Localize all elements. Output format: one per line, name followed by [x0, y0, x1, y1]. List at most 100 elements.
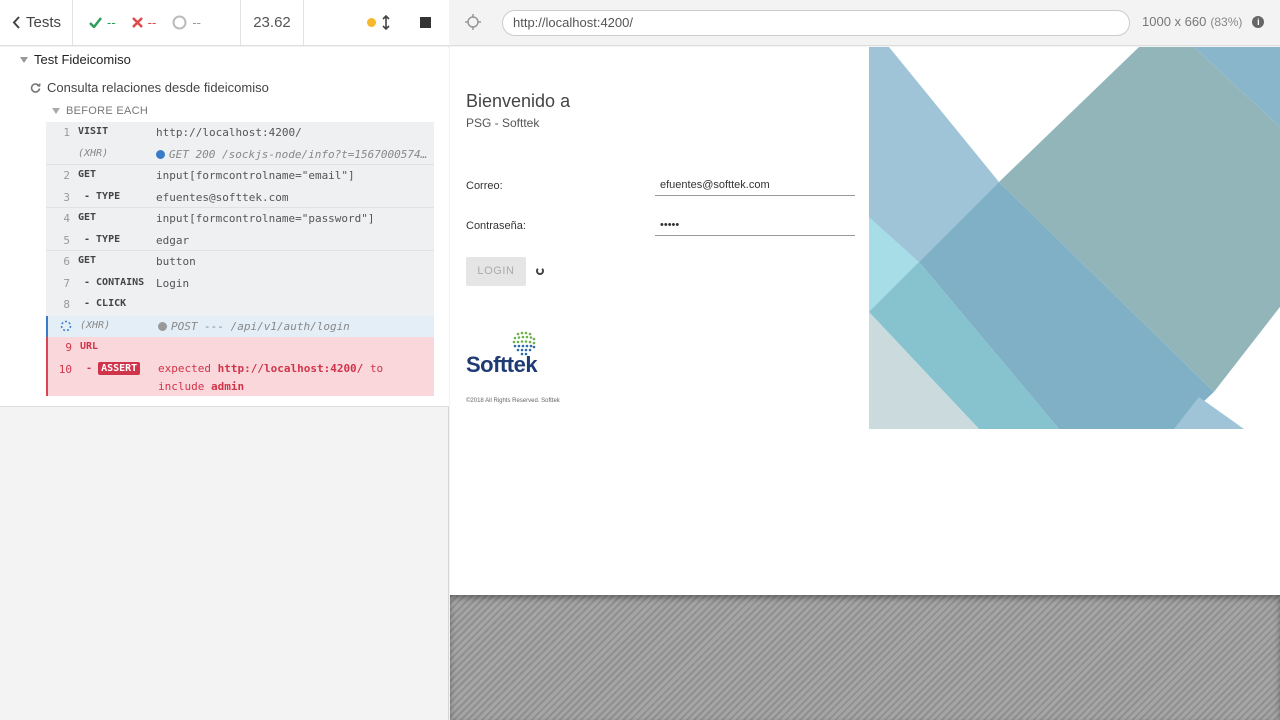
assert-prefix: - [86, 362, 93, 374]
pending-stat: -- [172, 15, 201, 30]
logo-text: Softtek [466, 352, 538, 377]
email-label: Correo: [466, 180, 503, 192]
aut-iframe: Bienvenido a PSG - Softtek Correo: efuen… [450, 47, 1280, 595]
x-icon [131, 17, 143, 28]
tests-back-button[interactable]: Tests [0, 0, 73, 45]
command-row[interactable]: 4 GET input[formcontrolname="password"] [46, 208, 434, 230]
check-icon [89, 17, 102, 28]
command-name: GET [78, 169, 97, 180]
command-number: 4 [63, 212, 70, 225]
command-number [48, 320, 72, 335]
reporter-header: Tests -- -- -- 23.62 [0, 0, 449, 46]
command-number: 9 [65, 341, 72, 354]
resize-vertical-icon [382, 15, 390, 30]
xhr-status-dot-icon [156, 149, 165, 159]
loading-spinner-icon [536, 267, 544, 275]
copyright: ©2018 All Rights Reserved. Softtek [466, 398, 560, 404]
command-row[interactable]: 2 GET input[formcontrolname="email"] [46, 165, 434, 187]
hook-header[interactable]: BEFORE EACH [52, 105, 148, 117]
aut-background [450, 595, 1280, 720]
command-message: efuentes@softtek.com [156, 190, 289, 204]
command-row[interactable]: 3 - TYPE efuentes@softtek.com [46, 186, 434, 208]
reporter-panel: Tests -- -- -- 23.62 Test Fideicomiso Co… [0, 0, 449, 720]
running-dot-icon [367, 18, 376, 27]
command-name: - CLICK [84, 298, 127, 309]
aut-header: http://localhost:4200/ 1000 x 660 (83%) … [450, 0, 1280, 46]
command-name: VISIT [78, 126, 109, 137]
runnables: Test Fideicomiso Consulta relaciones des… [0, 47, 449, 407]
assert-message: expected http://localhost:4200/ to inclu… [158, 360, 434, 396]
email-field[interactable]: efuentes@softtek.com [655, 176, 855, 196]
command-row[interactable]: 7 - CONTAINS Login [46, 272, 434, 294]
failed-stat: -- [131, 15, 157, 30]
command-message: http://localhost:4200/ [156, 126, 302, 139]
command-name: GET [78, 212, 97, 223]
caret-down-icon [52, 108, 60, 114]
password-field[interactable]: ••••• [655, 216, 855, 236]
assert-text: include [158, 379, 205, 393]
assert-expected: admin [210, 379, 245, 393]
failed-count: -- [147, 15, 157, 30]
command-number: 3 [63, 190, 70, 204]
tests-label: Tests [26, 14, 62, 31]
command-message: input[formcontrolname="email"] [156, 169, 355, 182]
suite-item[interactable]: Test Fideicomiso [20, 52, 131, 67]
password-label: Contraseña: [466, 220, 526, 232]
command-row-pending[interactable]: (XHR) POST --- /api/v1/auth/login [46, 315, 434, 337]
hero-artwork [869, 47, 1280, 429]
command-name: (XHR) [80, 319, 111, 331]
hook-title: BEFORE EACH [66, 105, 149, 117]
selector-playground-icon[interactable] [465, 14, 481, 35]
url-bar[interactable]: http://localhost:4200/ [502, 10, 1130, 36]
command-message: POST --- /api/v1/auth/login [158, 320, 434, 333]
circle-pending-icon [172, 15, 187, 30]
assert-text: to [369, 361, 384, 375]
command-message: GET 200 /sockjs-node/info?t=1567000574… [156, 148, 434, 161]
command-row-failed-assert[interactable]: 10 - ASSERT expected http://localhost:42… [46, 358, 434, 396]
stop-icon[interactable] [420, 17, 431, 28]
test-title: Consulta relaciones desde fideicomiso [47, 80, 269, 95]
crosshair-icon [465, 14, 481, 30]
command-number: 7 [63, 276, 70, 290]
assert-actual: http://localhost:4200/ [217, 361, 364, 375]
running-indicator[interactable] [367, 15, 390, 30]
xhr-status-dot-icon [158, 321, 167, 331]
xhr-message: POST --- /api/v1/auth/login [171, 319, 350, 333]
assert-text: expected [158, 361, 211, 375]
command-number: 6 [63, 255, 70, 268]
command-name: (XHR) [78, 147, 109, 159]
passed-count: -- [107, 15, 116, 30]
test-item[interactable]: Consulta relaciones desde fideicomiso [30, 80, 269, 95]
viewport-scale: (83%) [1210, 14, 1243, 29]
command-row[interactable]: 1 VISIT http://localhost:4200/ [46, 122, 434, 144]
command-row[interactable]: 5 - TYPE edgar [46, 229, 434, 251]
caret-down-icon [20, 56, 28, 63]
command-number: 10 [58, 362, 72, 376]
suite-title: Test Fideicomiso [34, 52, 131, 67]
command-message: button [156, 255, 196, 268]
command-number: 8 [63, 298, 70, 311]
login-button[interactable]: LOGIN [466, 257, 526, 286]
spinner-icon [60, 320, 72, 331]
command-number: 5 [63, 233, 70, 247]
welcome-heading: Bienvenido a [466, 91, 571, 111]
viewport-info[interactable]: 1000 x 660 (83%) i [1142, 14, 1265, 29]
assert-badge: ASSERT [98, 361, 141, 375]
command-name: - CONTAINS [84, 276, 145, 288]
command-row-failed[interactable]: 9 URL [46, 337, 434, 359]
pending-count: -- [192, 15, 202, 30]
command-message: Login [156, 276, 190, 290]
command-list: 1 VISIT http://localhost:4200/ (XHR) GET… [46, 122, 434, 396]
command-name: - TYPE [84, 233, 121, 245]
command-name: - ASSERT [72, 361, 158, 375]
command-row[interactable]: 6 GET button [46, 251, 434, 273]
command-row[interactable]: 8 - CLICK [46, 294, 434, 316]
company-name: PSG - Softtek [466, 116, 540, 130]
run-controls [304, 0, 449, 45]
command-name: URL [80, 341, 99, 352]
command-message: edgar [156, 233, 190, 247]
command-name: GET [78, 255, 97, 266]
viewport-size: 1000 x 660 [1142, 14, 1207, 29]
info-icon: i [1252, 15, 1265, 28]
command-row[interactable]: (XHR) GET 200 /sockjs-node/info?t=156700… [46, 143, 434, 165]
